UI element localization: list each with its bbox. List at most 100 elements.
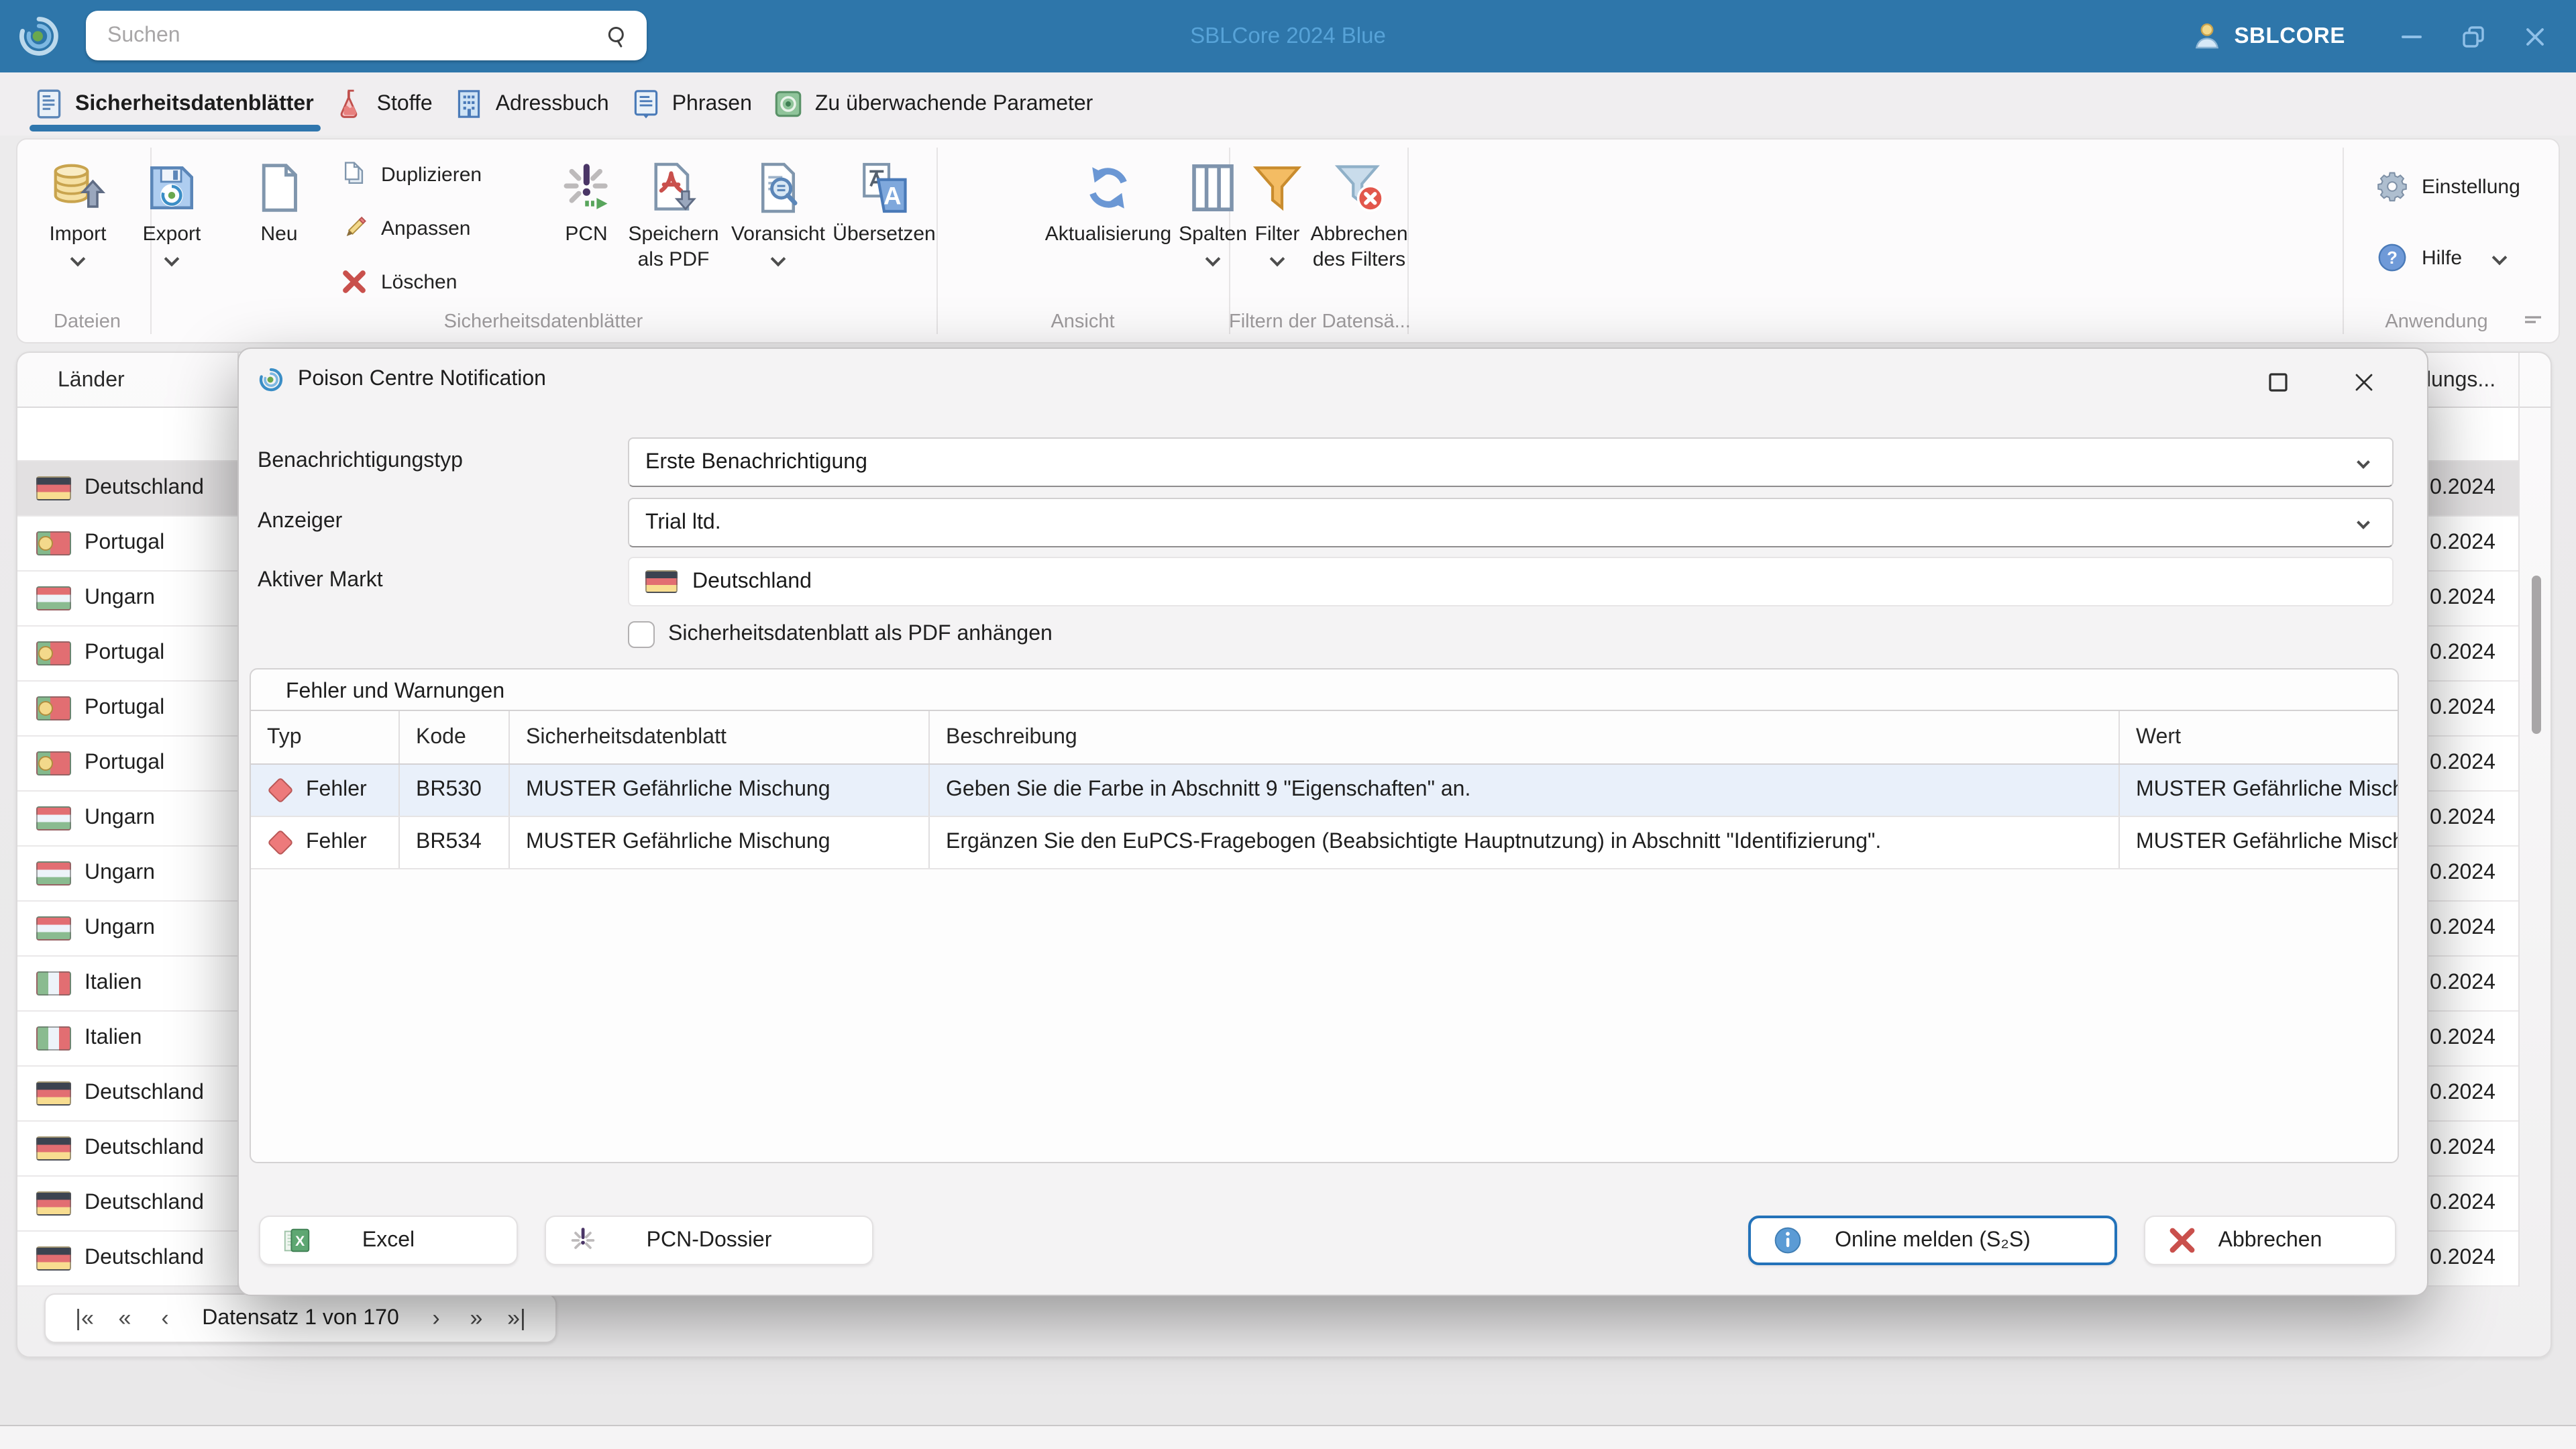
flag-icon	[36, 1246, 71, 1271]
pencil-icon	[346, 216, 366, 237]
attach-pdf-checkbox[interactable]	[628, 621, 655, 648]
country-row[interactable]: Deutschland	[17, 1122, 237, 1177]
fast-next-button[interactable]: »	[456, 1305, 496, 1332]
chevron-down-icon	[770, 251, 786, 267]
flag-icon	[36, 641, 71, 665]
online-melden-button[interactable]: Online melden (S₂S)	[1748, 1216, 2117, 1265]
anpassen-button[interactable]: Anpassen	[339, 205, 549, 251]
country-row[interactable]: Italien	[17, 1012, 237, 1067]
svg-text:A: A	[883, 182, 902, 210]
filter-abbrechen-button[interactable]: Abbrechen des Filters	[1310, 146, 1408, 310]
export-floppy-icon	[150, 166, 194, 210]
column-header-kode[interactable]: Kode	[398, 711, 508, 763]
column-divider[interactable]	[2518, 353, 2520, 1287]
error-diamond-icon	[267, 777, 294, 804]
einstellung-button[interactable]: Einstellung	[2376, 164, 2520, 209]
pcn-dossier-button[interactable]: PCN-Dossier	[545, 1216, 873, 1265]
speichern-als-pdf-button[interactable]: Speichern als PDF	[621, 146, 726, 310]
group-label-sds: Sicherheitsdatenblätter	[443, 311, 643, 333]
column-header-typ[interactable]: Typ	[251, 711, 398, 763]
flag-icon	[36, 696, 71, 720]
refresh-icon	[1089, 167, 1127, 209]
tab-sicherheitsdatenblaetter[interactable]: Sicherheitsdatenblätter	[30, 72, 331, 136]
benachrichtigungstyp-dropdown[interactable]: Erste Benachrichtigung	[628, 437, 2394, 487]
country-row[interactable]: Ungarn	[17, 792, 237, 847]
column-header-sicherheitsdatenblatt[interactable]: Sicherheitsdatenblatt	[508, 711, 928, 763]
country-row[interactable]: Deutschland	[17, 1067, 237, 1122]
country-row[interactable]: Portugal	[17, 682, 237, 737]
export-button[interactable]: Export	[127, 146, 216, 310]
search-icon[interactable]	[604, 22, 631, 49]
loeschen-button[interactable]: Löschen	[339, 259, 549, 305]
spalten-button[interactable]: Spalten	[1179, 146, 1247, 310]
global-search	[86, 11, 647, 60]
column-header-laender[interactable]: Länder	[58, 353, 125, 408]
fast-prev-button[interactable]: «	[105, 1305, 145, 1332]
record-pagination: |« « ‹ Datensatz 1 von 170 › » »|	[44, 1293, 557, 1343]
monitored-parameter-icon	[775, 91, 802, 117]
tab-label: Sicherheitsdatenblätter	[75, 92, 314, 115]
column-header-wert[interactable]: Wert	[2118, 711, 2398, 763]
country-row[interactable]: Portugal	[17, 627, 237, 682]
country-row[interactable]: Deutschland	[17, 1177, 237, 1232]
maximize-button[interactable]	[2442, 0, 2504, 72]
search-input[interactable]	[86, 23, 604, 48]
prev-record-button[interactable]: ‹	[145, 1305, 185, 1332]
neu-button[interactable]: Neu	[243, 146, 315, 310]
flag-icon	[36, 1191, 71, 1216]
gear-icon	[2377, 172, 2407, 202]
last-record-button[interactable]: »|	[496, 1305, 537, 1332]
country-row[interactable]: Ungarn	[17, 902, 237, 957]
flag-icon	[36, 861, 71, 885]
account-button[interactable]: SBLCORE	[2191, 20, 2345, 52]
flag-icon	[36, 586, 71, 610]
aktiver-markt-field[interactable]: Deutschland	[628, 557, 2394, 606]
import-database-icon	[54, 164, 106, 208]
group-label-dateien: Dateien	[54, 311, 121, 333]
vertical-scrollbar-thumb[interactable]	[2532, 576, 2541, 734]
duplizieren-button[interactable]: Duplizieren	[339, 152, 549, 197]
country-row[interactable]: Deutschland	[17, 462, 237, 517]
country-row[interactable]: Italien	[17, 957, 237, 1012]
country-row[interactable]: Ungarn	[17, 572, 237, 627]
first-record-button[interactable]: |«	[64, 1305, 105, 1332]
close-icon	[2355, 374, 2373, 391]
country-row[interactable]: Portugal	[17, 737, 237, 792]
dialog-maximize-button[interactable]	[2261, 365, 2296, 400]
column-header-beschreibung[interactable]: Beschreibung	[928, 711, 2118, 763]
country-row[interactable]: Portugal	[17, 517, 237, 572]
error-row[interactable]: Fehler BR530 MUSTER Gefährliche Mischung…	[251, 765, 2398, 817]
uebersetzen-button[interactable]: A Übersetzen	[828, 146, 941, 310]
translate-icon: A	[863, 162, 907, 213]
error-row[interactable]: Fehler BR534 MUSTER Gefährliche Mischung…	[251, 817, 2398, 869]
next-record-button[interactable]: ›	[416, 1305, 456, 1332]
anzeiger-dropdown[interactable]: Trial ltd.	[628, 498, 2394, 547]
filter-button[interactable]: Filter	[1244, 146, 1311, 310]
hilfe-button[interactable]: ? Hilfe	[2376, 235, 2508, 280]
flag-icon	[36, 1136, 71, 1161]
errors-table: Typ Kode Sicherheitsdatenblatt Beschreib…	[251, 710, 2398, 869]
dialog-title-bar: Poison Centre Notification	[258, 366, 546, 393]
pcn-dialog: Poison Centre Notification Benachrichtig…	[237, 347, 2428, 1296]
dialog-close-button[interactable]	[2347, 365, 2381, 400]
dialog-abbrechen-button[interactable]: Abbrechen	[2144, 1216, 2396, 1265]
excel-button[interactable]: X Excel	[259, 1216, 518, 1265]
import-button[interactable]: Import	[34, 146, 122, 310]
pcn-button[interactable]: PCN	[551, 146, 621, 310]
group-dialog-launcher-icon[interactable]	[2524, 314, 2542, 330]
close-button[interactable]	[2504, 0, 2565, 72]
tab-phrasen[interactable]: Phrasen	[627, 72, 769, 136]
new-document-icon	[262, 164, 297, 212]
field-label-benachrichtigungstyp: Benachrichtigungstyp	[258, 449, 463, 472]
chevron-down-icon	[164, 251, 180, 267]
minimize-button[interactable]	[2380, 0, 2442, 72]
help-icon: ?	[2378, 244, 2406, 272]
tab-stoffe[interactable]: Stoffe	[331, 72, 450, 136]
country-row[interactable]: Ungarn	[17, 847, 237, 902]
tab-adressbuch[interactable]: Adressbuch	[450, 72, 627, 136]
field-label-aktiver-markt: Aktiver Markt	[258, 569, 383, 592]
aktualisierung-button[interactable]: Aktualisierung	[1037, 146, 1179, 310]
voransicht-button[interactable]: Voransicht	[729, 146, 828, 310]
country-row[interactable]: Deutschland	[17, 1232, 237, 1287]
tab-parameter[interactable]: Zu überwachende Parameter	[769, 72, 1110, 136]
